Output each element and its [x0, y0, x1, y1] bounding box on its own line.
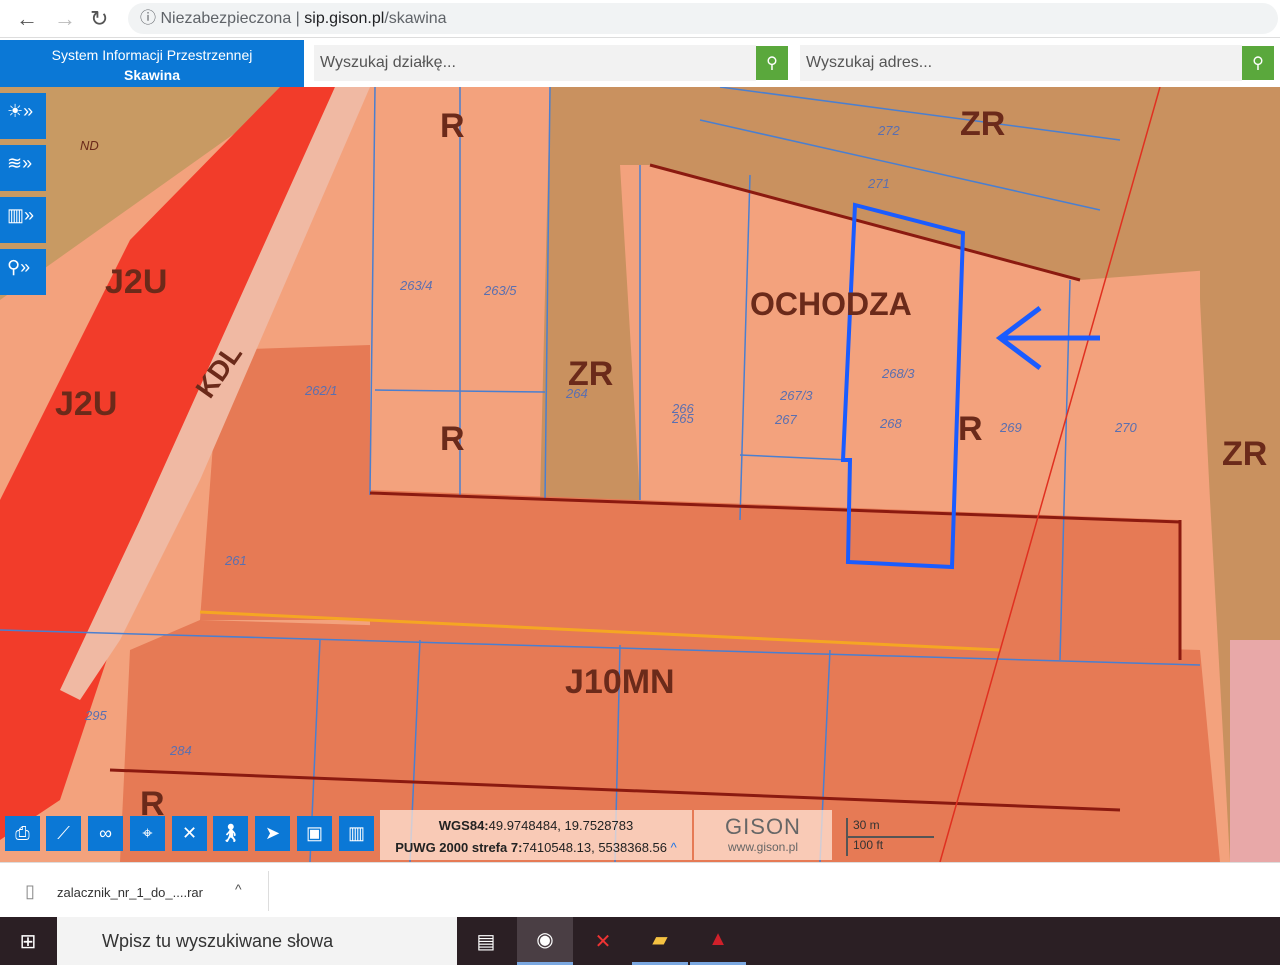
navigation-arrow-icon: ➤ [264, 823, 281, 843]
gison-logo[interactable]: GISON www.gison.pl [694, 810, 832, 860]
address-search-button[interactable]: ⚲ [1242, 46, 1274, 80]
info-icon[interactable]: ⓘ [140, 10, 156, 27]
measure-distance-button[interactable]: ⟋ [46, 816, 81, 851]
person-icon: 🚶︎ [219, 823, 242, 843]
download-item[interactable]: zalacznik_nr_1_do_....rar [57, 885, 203, 900]
chrome-icon[interactable]: ◉ [517, 917, 573, 965]
puwg-value: 7410548.13, 5538368.56 [522, 840, 668, 855]
task-view-icon[interactable]: ▤ [458, 917, 514, 965]
taskbar-search[interactable]: Wpisz tu wyszukiwane słowa [57, 917, 457, 965]
scale-metric: 30 m [846, 818, 934, 838]
address-search-input[interactable]: Wyszukaj adres... [800, 45, 1242, 81]
print-icon: ⎙ [15, 823, 30, 843]
print-button[interactable]: ⎙ [5, 816, 40, 851]
download-bar: ▯ zalacznik_nr_1_do_....rar ^ [0, 862, 1280, 917]
expand-icon: ✕ [181, 823, 198, 843]
zone-label: ND [80, 138, 99, 153]
location-button[interactable]: ⚲» [0, 249, 46, 295]
parcel-number: 267 [774, 412, 797, 427]
app-x-icon[interactable]: ✕ [575, 917, 631, 965]
app-header: System Informacji Przestrzennej Skawina [0, 40, 304, 87]
zoning-map: R ZR J2U J2U KDL R ZR R R ZR J10MN OCHOD… [0, 87, 1280, 862]
wgs-label: WGS84: [438, 818, 489, 833]
map-icon: ▥» [7, 205, 35, 225]
zone-label: J2U [55, 385, 117, 423]
parcel-number: 265 [671, 411, 694, 426]
comment-button[interactable]: ▣ [297, 816, 332, 851]
parcel-search-button[interactable]: ⚲ [756, 46, 788, 80]
forward-icon[interactable]: → [54, 6, 76, 32]
parcel-number: 272 [877, 123, 900, 138]
back-icon[interactable]: ← [16, 6, 38, 32]
zone-label: R [958, 410, 983, 448]
navigate-button[interactable]: ➤ [255, 816, 290, 851]
map-pin-button[interactable]: ⌖ [130, 816, 165, 851]
layers-icon: ≋» [7, 153, 33, 173]
pin-icon: ⚲» [7, 257, 31, 277]
parcel-number: 271 [867, 176, 890, 191]
logo-text: GISON [725, 814, 801, 839]
coordinates-panel: WGS84:49.9748484, 19.7528783 PUWG 2000 s… [380, 810, 692, 860]
divider [268, 871, 269, 911]
url-host: sip.gison.pl [304, 10, 385, 27]
basemap-button[interactable]: ▥» [0, 197, 46, 243]
zone-label: R [440, 107, 465, 145]
security-label: Niezabezpieczona [160, 10, 292, 27]
chevron-up-icon[interactable]: ^ [235, 881, 242, 897]
puwg-label: PUWG 2000 strefa 7: [395, 840, 523, 855]
map-canvas[interactable]: R ZR J2U J2U KDL R ZR R R ZR J10MN OCHOD… [0, 87, 1280, 862]
scale-bar: 30 m 100 ft [846, 818, 934, 858]
parcel-number: 263/5 [483, 283, 517, 298]
lightbulb-icon: ☀» [7, 101, 34, 121]
legend-button[interactable]: ▥ [339, 816, 374, 851]
chevron-up-icon[interactable]: ^ [671, 840, 677, 855]
link-icon: ∞ [99, 823, 112, 843]
layers-button[interactable]: ≋» [0, 145, 46, 191]
ruler-icon: ⟋ [57, 823, 70, 843]
app-subtitle: Skawina [123, 67, 181, 83]
fullscreen-button[interactable]: ✕ [172, 816, 207, 851]
acrobat-icon[interactable]: ▲ [690, 917, 746, 965]
place-label: OCHODZA [750, 286, 912, 322]
light-tool-button[interactable]: ☀» [0, 93, 46, 139]
logo-url: www.gison.pl [727, 840, 799, 854]
zone-label: ZR [960, 105, 1005, 143]
address-bar[interactable]: ⓘ Niezabezpieczona | sip.gison.pl/skawin… [128, 3, 1278, 34]
zone-label: J10MN [565, 663, 675, 701]
parcel-number: 262/1 [304, 383, 338, 398]
parcel-number: 261 [224, 553, 247, 568]
url-path: /skawina [384, 10, 447, 27]
taskbar: ⊞ Wpisz tu wyszukiwane słowa ▤ ◉ ✕ ▰ ▲ [0, 917, 1280, 965]
parcel-number: 267/3 [779, 388, 813, 403]
zone-label: ZR [1222, 435, 1267, 473]
map-fold-icon: ▥ [347, 823, 365, 843]
search-icon: ⚲ [1252, 55, 1264, 72]
search-icon: ⚲ [766, 55, 778, 72]
browser-toolbar: ← → ↻ ⓘ Niezabezpieczona | sip.gison.pl/… [0, 0, 1280, 38]
file-explorer-icon[interactable]: ▰ [632, 917, 688, 965]
zone-label: J2U [105, 263, 167, 301]
parcel-number: 295 [84, 708, 107, 723]
parcel-number: 268 [879, 416, 902, 431]
chat-icon: ▣ [305, 823, 323, 843]
reload-icon[interactable]: ↻ [90, 6, 108, 32]
map-pin-icon: ⌖ [142, 823, 153, 843]
parcel-number: 268/3 [881, 366, 915, 381]
parcel-number: 263/4 [399, 278, 433, 293]
file-icon: ▯ [25, 881, 35, 901]
parcel-search-input[interactable]: Wyszukaj działkę... [314, 45, 756, 81]
parcel-number: 269 [999, 420, 1022, 435]
streetview-button[interactable]: 🚶︎ [213, 816, 248, 851]
parcel-number: 264 [565, 386, 588, 401]
zone-label: R [440, 420, 465, 458]
parcel-number: 270 [1114, 420, 1137, 435]
taskbar-search-placeholder: Wpisz tu wyszukiwane słowa [102, 931, 334, 951]
start-icon[interactable]: ⊞ [0, 917, 56, 965]
app-title: System Informacji Przestrzennej [51, 47, 253, 63]
link-button[interactable]: ∞ [88, 816, 123, 851]
parcel-number: 284 [169, 743, 192, 758]
wgs-value: 49.9748484, 19.7528783 [488, 818, 634, 833]
scale-imperial: 100 ft [846, 838, 934, 856]
